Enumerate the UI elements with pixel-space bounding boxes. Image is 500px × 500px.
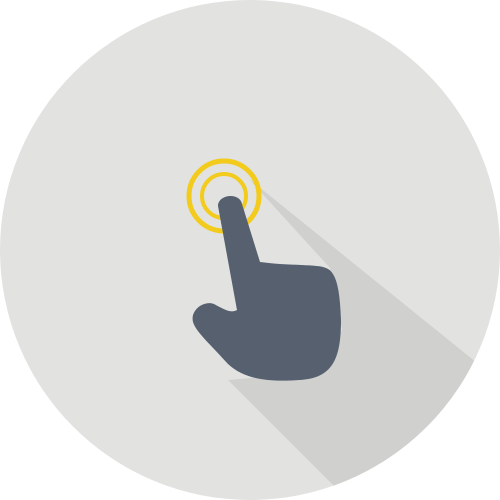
tap-gesture-icon [0, 0, 500, 500]
tap-icon-canvas [0, 0, 500, 500]
